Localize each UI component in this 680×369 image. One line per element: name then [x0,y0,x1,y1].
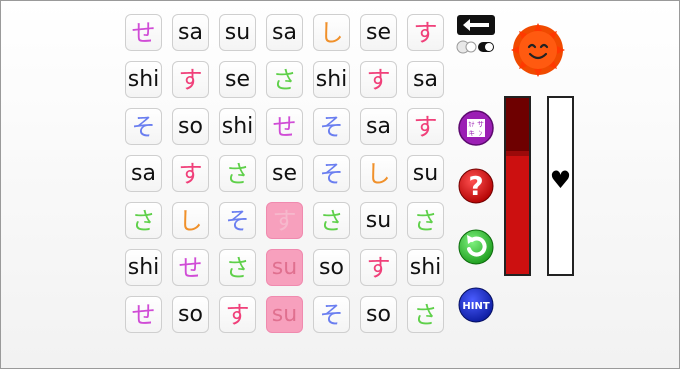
kana-tile[interactable]: さ [407,202,444,239]
kana-tile[interactable]: se [266,155,303,192]
kana-tile[interactable]: せ [266,108,303,145]
kana-tile[interactable]: さ [219,155,256,192]
svg-text:サ: サ [477,121,484,129]
kana-tile[interactable]: sa [407,61,444,98]
time-meter-edge [506,151,529,156]
svg-text:ｶﾅ: ｶﾅ [468,122,474,129]
kana-tile[interactable]: す [219,296,256,333]
svg-text:ﾝ: ﾝ [479,130,483,138]
kana-tile[interactable]: shi [125,61,162,98]
kana-tile[interactable]: し [172,202,209,239]
svg-text:キ: キ [468,130,475,138]
kana-tile[interactable]: su [360,202,397,239]
kana-tile[interactable]: shi [125,249,162,286]
kana-tile[interactable]: す [407,108,444,145]
kana-tile[interactable]: sa [172,14,209,51]
kana-tile[interactable]: す [360,249,397,286]
kana-tile[interactable]: す [360,61,397,98]
kana-tile[interactable]: su [219,14,256,51]
kana-tile[interactable]: sa [125,155,162,192]
kana-mode-icon: ｶﾅ サ キ ﾝ [458,110,494,146]
kana-tile[interactable]: す [266,202,303,239]
kana-tile[interactable]: す [407,14,444,51]
toggle-switch-icon [456,40,494,54]
kana-tile[interactable]: so [313,249,350,286]
kana-tile[interactable]: shi [407,249,444,286]
time-meter [504,96,531,276]
refresh-icon [458,229,494,265]
kana-tile[interactable]: す [172,155,209,192]
kana-tile[interactable]: さ [313,202,350,239]
kana-tile[interactable]: se [219,61,256,98]
kana-tile[interactable]: そ [313,108,350,145]
kana-tile[interactable]: su [266,249,303,286]
kana-tile[interactable]: そ [219,202,256,239]
heart-icon: ♥ [549,166,572,194]
kana-tile[interactable]: さ [219,249,256,286]
kana-tile[interactable]: sa [266,14,303,51]
kana-tile[interactable]: せ [125,296,162,333]
smiling-sun-icon [511,23,565,77]
lives-meter: ♥ [547,96,574,276]
kana-tile[interactable]: そ [313,296,350,333]
kana-tile[interactable]: sa [360,108,397,145]
kana-tile[interactable]: se [360,14,397,51]
reset-button[interactable] [458,229,494,265]
kana-tile[interactable]: そ [313,155,350,192]
kana-tile[interactable]: さ [125,202,162,239]
kana-tile[interactable]: so [172,108,209,145]
kana-tile[interactable]: し [360,155,397,192]
left-arrow-icon [463,19,489,31]
kana-tile[interactable]: さ [407,296,444,333]
hint-badge-icon: HINT [458,287,494,323]
kana-tile[interactable]: し [313,14,350,51]
kana-tile[interactable]: so [172,296,209,333]
kana-tile[interactable]: そ [125,108,162,145]
kana-tile[interactable]: す [172,61,209,98]
kana-tile[interactable]: su [266,296,303,333]
svg-text:HINT: HINT [462,301,489,312]
kana-tile[interactable]: せ [172,249,209,286]
kana-tile[interactable]: so [360,296,397,333]
kana-grid: せ sa su sa し se す shi す se さ shi す sa そ so shi せそ sa す sa すさ s… [125,14,444,333]
kana-tile[interactable]: su [407,155,444,192]
kana-tile[interactable]: shi [313,61,350,98]
svg-text:?: ? [468,172,483,202]
kana-tile[interactable]: さ [266,61,303,98]
time-meter-depleted [506,98,529,151]
kana-tile[interactable]: shi [219,108,256,145]
kana-mode-button[interactable]: ｶﾅ サ キ ﾝ [458,110,494,146]
kana-tile[interactable]: せ [125,14,162,51]
question-mark-icon: ? [458,168,494,204]
back-button[interactable] [457,15,495,35]
help-button[interactable]: ? [458,168,494,204]
hint-button[interactable]: HINT [458,287,494,323]
toggle-switch[interactable] [456,39,496,54]
